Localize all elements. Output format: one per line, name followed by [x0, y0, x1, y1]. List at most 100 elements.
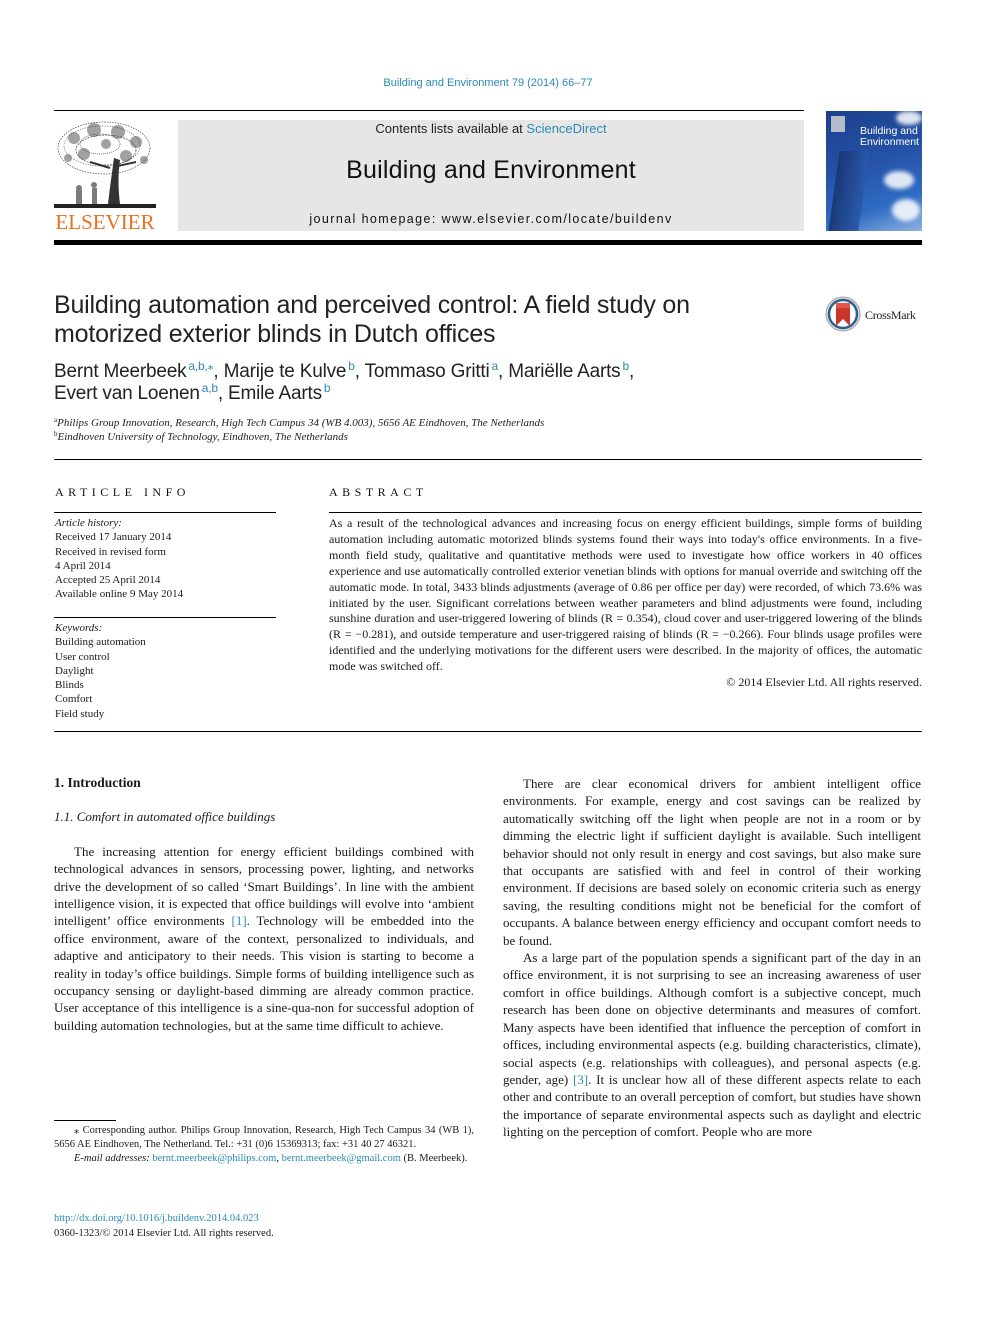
journal-homepage: journal homepage: www.elsevier.com/locat…: [178, 212, 804, 226]
keywords-label: Keywords:: [55, 622, 103, 634]
keyword: Blinds: [55, 679, 84, 692]
keyword: Comfort: [55, 693, 93, 706]
article-history: Article history: Received 17 January 201…: [55, 516, 275, 602]
author-name: Bernt Meerbeek: [54, 361, 187, 382]
author-separator: ,: [213, 361, 224, 382]
citation-ref-link[interactable]: [3]: [573, 1072, 588, 1087]
abstract-heading: ABSTRACT: [329, 485, 428, 499]
paragraph: The increasing attention for energy effi…: [54, 843, 474, 1034]
keyword: Building automation: [55, 636, 146, 649]
author-name: Mariëlle Aarts: [508, 361, 621, 382]
affiliation: aPhilips Group Innovation, Research, Hig…: [54, 416, 814, 430]
history-entry: 4 April 2014: [55, 559, 111, 572]
keyword: Field study: [55, 707, 105, 720]
header-top-rule: [54, 110, 804, 111]
homepage-url-link[interactable]: www.elsevier.com/locate/buildenv: [442, 212, 673, 226]
author-affiliation-marks[interactable]: b: [324, 381, 331, 395]
paragraph-text: . Technology will be embedded into the o…: [54, 913, 474, 1033]
author-name: Marije te Kulve: [223, 361, 347, 382]
keyword: User control: [55, 650, 110, 663]
author[interactable]: Bernt Meerbeek a,b,⁎: [54, 359, 214, 382]
contents-availability: Contents lists available at ScienceDirec…: [178, 121, 804, 136]
subsection-heading: 1.1. Comfort in automated office buildin…: [54, 809, 276, 825]
footnote-rule: [54, 1120, 116, 1121]
issn-copyright: 0360-1323/© 2014 Elsevier Ltd. All right…: [54, 1228, 274, 1239]
abstract-copyright: © 2014 Elsevier Ltd. All rights reserved…: [726, 675, 922, 690]
author[interactable]: Mariëlle Aarts b: [508, 360, 629, 382]
history-entry: Received 17 January 2014: [55, 531, 172, 544]
footnotes: ⁎ Corresponding author. Philips Group In…: [54, 1124, 474, 1166]
title-line-1: Building automation and perceived contro…: [54, 291, 690, 319]
divider: [54, 459, 922, 460]
author-name: Emile Aarts: [228, 383, 322, 404]
cover-cloud: [896, 111, 922, 125]
section-heading: 1. Introduction: [54, 775, 141, 790]
journal-citation-link[interactable]: Building and Environment 79 (2014) 66–77: [0, 77, 976, 89]
journal-cover-image[interactable]: Building and Environment: [826, 111, 922, 231]
corresponding-author-note: ⁎ Corresponding author. Philips Group In…: [54, 1125, 474, 1150]
affiliation-text: Philips Group Innovation, Research, High…: [57, 417, 545, 429]
keywords: Keywords: Building automation User contr…: [55, 621, 275, 721]
author-affiliation-marks[interactable]: a,b,⁎: [188, 359, 213, 373]
title-line-2: motorized exterior blinds in Dutch offic…: [54, 320, 496, 348]
author-separator: ,: [354, 361, 365, 382]
divider: [54, 731, 922, 732]
email-label: E-mail addresses:: [74, 1153, 153, 1164]
author-name: Tommaso Gritti: [364, 361, 490, 382]
divider: [54, 512, 276, 513]
divider: [54, 617, 276, 618]
cover-title-line2: Environment: [860, 136, 919, 148]
cover-cloud: [892, 199, 920, 221]
homepage-label: journal homepage:: [309, 212, 442, 226]
abstract-text: As a result of the technological advance…: [329, 516, 922, 674]
affiliation: bEindhoven University of Technology, Ein…: [54, 430, 814, 444]
publisher-wordmark: ELSEVIER: [55, 210, 155, 234]
cover-emblem-icon: [831, 116, 845, 132]
elsevier-tree-icon: [54, 118, 156, 210]
author-separator: ,: [628, 361, 635, 382]
affiliations: aPhilips Group Innovation, Research, Hig…: [54, 416, 814, 444]
article-title: Building automation and perceived contro…: [54, 291, 794, 349]
author-name: Evert van Loenen: [54, 383, 200, 404]
paragraph-text: As a large part of the population spends…: [503, 950, 921, 1087]
crossmark-button[interactable]: CrossMark: [825, 296, 935, 336]
author-separator: ,: [217, 383, 229, 404]
keyword: Daylight: [55, 664, 94, 677]
author-separator: ,: [498, 361, 509, 382]
email-link[interactable]: bernt.meerbeek@gmail.com: [282, 1153, 401, 1164]
author[interactable]: Evert van Loenen a,b: [54, 381, 218, 404]
crossmark-icon: [825, 296, 861, 332]
author[interactable]: Marije te Kulve b: [223, 360, 355, 382]
author[interactable]: Emile Aarts b: [228, 381, 331, 404]
cover-title: Building and Environment: [860, 126, 919, 148]
sciencedirect-link[interactable]: ScienceDirect: [526, 121, 606, 136]
abstract: As a result of the technological advance…: [329, 516, 922, 691]
header-thick-rule: [54, 240, 922, 245]
author-list: Bernt Meerbeek a,b,⁎, Marije te Kulve b, T…: [54, 359, 814, 405]
crossmark-label: CrossMark: [865, 308, 916, 322]
divider: [329, 512, 922, 513]
affiliation-text: Eindhoven University of Technology, Eind…: [57, 431, 348, 443]
body-column-right: There are clear economical drivers for a…: [503, 775, 921, 1141]
cover-building-graphic: [828, 151, 870, 231]
email-owner: (B. Meerbeek).: [400, 1153, 468, 1164]
doi-link[interactable]: http://dx.doi.org/10.1016/j.buildenv.201…: [54, 1211, 259, 1226]
journal-banner: Contents lists available at ScienceDirec…: [178, 120, 804, 231]
history-entry: Received in revised form: [55, 545, 166, 558]
body-column-left: 1. Introduction 1.1. Comfort in automate…: [54, 774, 474, 1034]
journal-name: Building and Environment: [346, 156, 636, 184]
paragraph: As a large part of the population spends…: [503, 949, 921, 1140]
elsevier-logo[interactable]: ELSEVIER: [54, 118, 156, 234]
history-entry: Available online 9 May 2014: [55, 588, 184, 601]
author-affiliation-marks[interactable]: a,b: [202, 381, 218, 395]
author[interactable]: Tommaso Gritti a: [364, 360, 499, 382]
citation-ref-link[interactable]: [1]: [231, 913, 246, 928]
cover-cloud: [884, 171, 914, 189]
paragraph: There are clear economical drivers for a…: [503, 776, 921, 948]
article-history-label: Article history:: [55, 517, 122, 529]
email-link[interactable]: bernt.meerbeek@philips.com: [152, 1153, 276, 1164]
email-note: E-mail addresses: bernt.meerbeek@philips…: [54, 1152, 474, 1166]
contents-prefix: Contents lists available at: [375, 121, 527, 136]
article-info-heading: ARTICLE INFO: [55, 485, 190, 499]
history-entry: Accepted 25 April 2014: [55, 574, 161, 587]
